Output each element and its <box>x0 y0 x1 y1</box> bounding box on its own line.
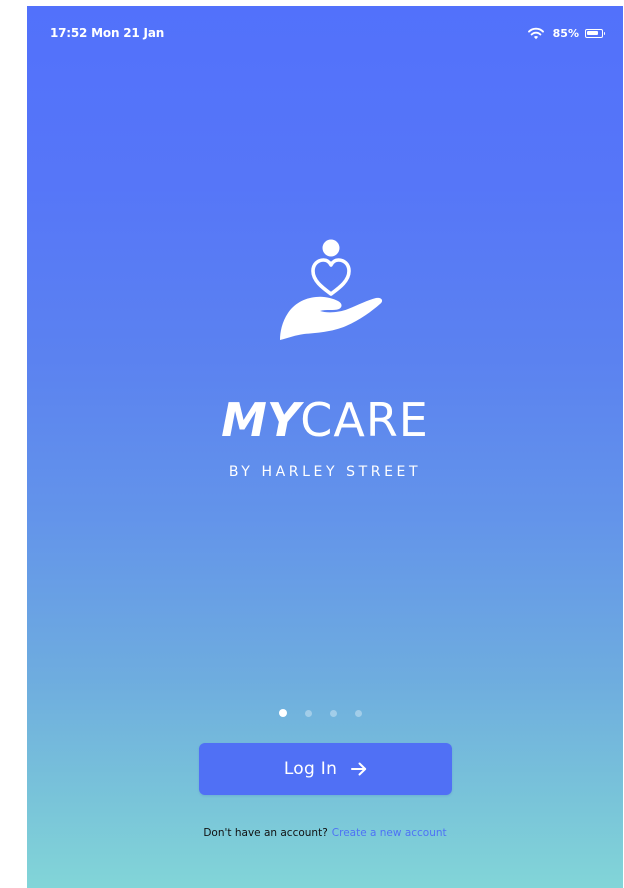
wifi-icon <box>527 27 544 40</box>
battery-level-fill <box>587 30 599 35</box>
caring-hand-heart-person-icon <box>280 239 383 340</box>
arrow-right-icon <box>351 762 367 776</box>
login-button[interactable]: Log In <box>199 743 452 795</box>
device-frame: 17:52 Mon 21 Jan 85% MYCARE BY HARLEY ST… <box>0 0 624 888</box>
onboarding-page-indicator <box>27 708 618 718</box>
signup-prompt-line: Don't have an account? Create a new accou… <box>27 827 623 839</box>
signup-prompt-text: Don't have an account? <box>203 827 328 839</box>
page-dot-2[interactable] <box>304 709 312 717</box>
brand-subtitle: BY HARLEY STREET <box>228 464 422 480</box>
battery-icon <box>585 28 605 38</box>
brand-title-bold: MY <box>221 393 301 447</box>
page-dot-3[interactable] <box>329 709 337 717</box>
page-dot-1[interactable] <box>278 709 287 717</box>
status-time: 17:52 Mon 21 Jan <box>50 26 165 40</box>
status-bar: 17:52 Mon 21 Jan 85% <box>27 6 623 46</box>
status-indicators: 85% <box>527 24 605 42</box>
battery-percentage: 85% <box>552 26 579 40</box>
brand-title-light: CARE <box>300 393 429 447</box>
create-account-link[interactable]: Create a new account <box>332 827 447 839</box>
page-dot-4[interactable] <box>354 709 362 717</box>
app-screen: 17:52 Mon 21 Jan 85% MYCARE BY HARLEY ST… <box>27 6 623 888</box>
brand-title: MYCARE <box>27 393 623 447</box>
login-button-label: Log In <box>283 759 338 779</box>
